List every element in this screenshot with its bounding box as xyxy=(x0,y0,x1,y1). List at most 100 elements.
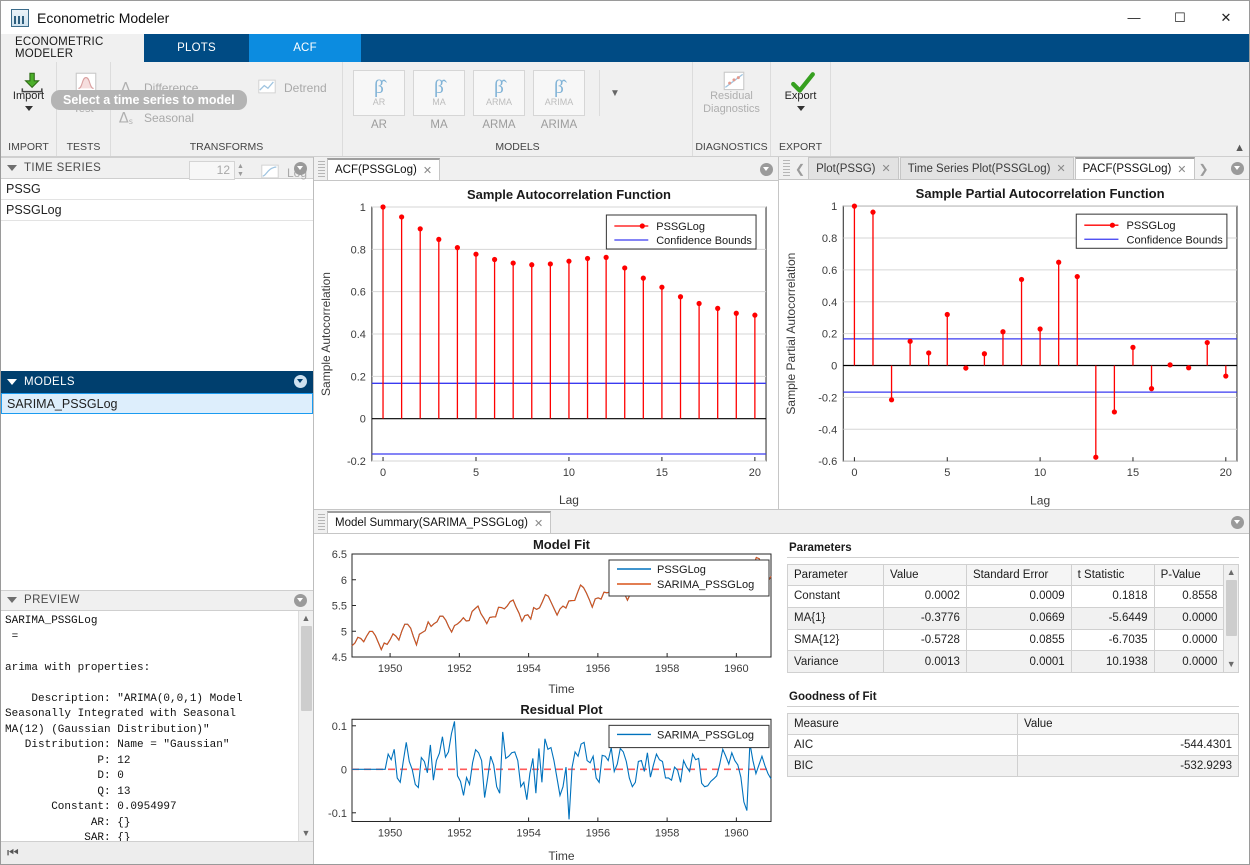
preview-scrollbar[interactable]: ▲ ▼ xyxy=(298,611,313,841)
close-icon[interactable]: ✕ xyxy=(1056,162,1065,175)
svg-text:4.5: 4.5 xyxy=(332,652,347,664)
dock-menu-icon[interactable] xyxy=(1231,516,1244,529)
table-row[interactable]: Variance0.00130.000110.19380.0000 xyxy=(788,651,1224,673)
close-icon[interactable]: ✕ xyxy=(1177,163,1186,176)
table-cell: -532.9293 xyxy=(1018,756,1239,777)
dock-grip-icon[interactable] xyxy=(318,161,325,177)
time-series-list[interactable]: PSSG PSSGLog xyxy=(1,179,313,371)
preview-panel-header[interactable]: PREVIEW xyxy=(1,590,313,611)
models-list[interactable]: SARIMA_PSSGLog xyxy=(1,393,313,590)
table-cell: MA{1} xyxy=(788,607,884,629)
model-arma-button[interactable]: β̂ARMA ARMA xyxy=(469,70,529,131)
list-item[interactable]: SARIMA_PSSGLog xyxy=(1,393,313,414)
column-header[interactable]: Measure xyxy=(788,714,1018,735)
list-item[interactable]: PSSGLog xyxy=(1,200,313,221)
model-ma-button[interactable]: β̂MA MA xyxy=(409,70,469,131)
tab-acf-pssglog[interactable]: ACF(PSSGLog) ✕ xyxy=(327,158,440,180)
table-cell: -6.7035 xyxy=(1071,629,1154,651)
import-button[interactable]: Import xyxy=(7,66,50,111)
dock-grip-icon[interactable] xyxy=(318,514,325,530)
model-fit-chart: Model Fit4.555.566.519501952195419561958… xyxy=(314,534,779,697)
seasonal-stepper[interactable]: 12 ▲ ▼ xyxy=(189,161,244,180)
tab-econometric-modeler[interactable]: ECONOMETRIC MODELER xyxy=(1,34,144,62)
table-row[interactable]: Constant0.00020.00090.18180.8558 xyxy=(788,586,1224,608)
residual-diagnostics-button[interactable]: Residual Diagnostics xyxy=(699,66,764,116)
parameters-table[interactable]: ParameterValueStandard Errort StatisticP… xyxy=(787,564,1224,673)
svg-text:0.2: 0.2 xyxy=(351,371,366,383)
table-cell: SMA{12} xyxy=(788,629,884,651)
dock-grip-icon[interactable] xyxy=(783,160,790,176)
model-arima-button[interactable]: β̂ARIMA ARIMA xyxy=(529,70,589,131)
preview-panel: PREVIEW SARIMA_PSSGLog = arima with prop… xyxy=(1,590,313,864)
go-to-start-icon[interactable]: ⏮ xyxy=(7,845,19,861)
table-row[interactable]: MA{1}-0.37760.0669-5.64490.0000 xyxy=(788,607,1224,629)
svg-text:1958: 1958 xyxy=(655,663,679,675)
model-ar-button[interactable]: β̂AR AR xyxy=(349,70,409,131)
scroll-down-icon[interactable]: ▼ xyxy=(302,826,311,841)
collapse-triangle-icon[interactable] xyxy=(7,597,17,603)
svg-text:10: 10 xyxy=(563,467,575,479)
table-cell: 10.1938 xyxy=(1071,651,1154,673)
svg-text:6: 6 xyxy=(341,575,347,587)
spin-up-icon[interactable]: ▲ xyxy=(237,163,244,171)
svg-text:1954: 1954 xyxy=(516,828,540,840)
seasonal-spin-arrows[interactable]: ▲ ▼ xyxy=(237,163,244,179)
dock-menu-icon[interactable] xyxy=(1231,162,1244,175)
tab-plot-pssg[interactable]: Plot(PSSG) ✕ xyxy=(808,157,899,179)
column-header[interactable]: Parameter xyxy=(788,565,884,586)
close-icon[interactable]: ✕ xyxy=(882,162,891,175)
table-cell: BIC xyxy=(788,756,1018,777)
close-icon[interactable]: ✕ xyxy=(534,517,543,530)
models-more-button[interactable]: ▼ xyxy=(599,70,620,116)
svg-text:0.8: 0.8 xyxy=(351,244,366,256)
minimize-button[interactable]: — xyxy=(1111,2,1157,34)
tab-time-series-plot-pssglog[interactable]: Time Series Plot(PSSGLog) ✕ xyxy=(900,157,1074,179)
scroll-thumb[interactable] xyxy=(1226,580,1237,636)
svg-text:Lag: Lag xyxy=(559,493,579,507)
svg-text:1960: 1960 xyxy=(724,828,748,840)
maximize-button[interactable]: ☐ xyxy=(1157,2,1203,34)
close-icon[interactable]: ✕ xyxy=(423,164,432,177)
chevron-down-icon[interactable]: ▼ xyxy=(610,88,620,99)
scroll-down-icon[interactable]: ▼ xyxy=(1227,657,1236,672)
panel-menu-icon[interactable] xyxy=(294,162,307,175)
parameters-scrollbar[interactable]: ▲ ▼ xyxy=(1224,564,1239,673)
tab-pacf-pssglog[interactable]: PACF(PSSGLog) ✕ xyxy=(1075,157,1195,179)
chevron-down-icon[interactable] xyxy=(797,106,805,111)
column-header[interactable]: P-Value xyxy=(1154,565,1224,586)
tab-acf[interactable]: ACF xyxy=(249,34,361,62)
table-cell: Constant xyxy=(788,586,884,608)
seasonal-value[interactable]: 12 xyxy=(189,161,235,180)
dock-menu-icon[interactable] xyxy=(760,163,773,176)
column-header[interactable]: Value xyxy=(884,565,967,586)
goodness-of-fit-table[interactable]: MeasureValueAIC-544.4301BIC-532.9293 xyxy=(787,713,1239,777)
collapse-triangle-icon[interactable] xyxy=(7,165,17,171)
export-button[interactable]: Export xyxy=(777,66,824,111)
column-header[interactable]: t Statistic xyxy=(1071,565,1154,586)
svg-text:0.4: 0.4 xyxy=(822,297,837,309)
panel-menu-icon[interactable] xyxy=(294,375,307,388)
chevron-down-icon[interactable] xyxy=(25,106,33,111)
column-header[interactable]: Value xyxy=(1018,714,1239,735)
tab-model-summary[interactable]: Model Summary(SARIMA_PSSGLog) ✕ xyxy=(327,511,551,533)
collapse-triangle-icon[interactable] xyxy=(7,379,17,385)
summary-tables: Parameters ParameterValueStandard Errort… xyxy=(779,534,1249,864)
models-panel-header[interactable]: MODELS xyxy=(1,371,313,393)
table-row[interactable]: AIC-544.4301 xyxy=(788,735,1239,756)
tab-label: ACF(PSSGLog) xyxy=(335,164,417,176)
tab-plots[interactable]: PLOTS xyxy=(144,34,249,62)
scroll-thumb[interactable] xyxy=(301,626,312,711)
close-button[interactable]: ✕ xyxy=(1203,2,1249,34)
tab-scroll-right-icon[interactable]: ❯ xyxy=(1196,162,1212,179)
table-row[interactable]: BIC-532.9293 xyxy=(788,756,1239,777)
tab-scroll-left-icon[interactable]: ❮ xyxy=(792,162,808,179)
scroll-up-icon[interactable]: ▲ xyxy=(302,611,311,626)
table-row[interactable]: SMA{12}-0.57280.0855-6.70350.0000 xyxy=(788,629,1224,651)
time-series-title: TIME SERIES xyxy=(24,162,294,174)
scroll-up-icon[interactable]: ▲ xyxy=(1227,565,1236,580)
spin-down-icon[interactable]: ▼ xyxy=(237,171,244,179)
panel-menu-icon[interactable] xyxy=(294,594,307,607)
column-header[interactable]: Standard Error xyxy=(966,565,1071,586)
ribbon-collapse-button[interactable]: ▲ xyxy=(1234,142,1245,154)
detrend-button[interactable]: Detrend xyxy=(257,76,327,100)
